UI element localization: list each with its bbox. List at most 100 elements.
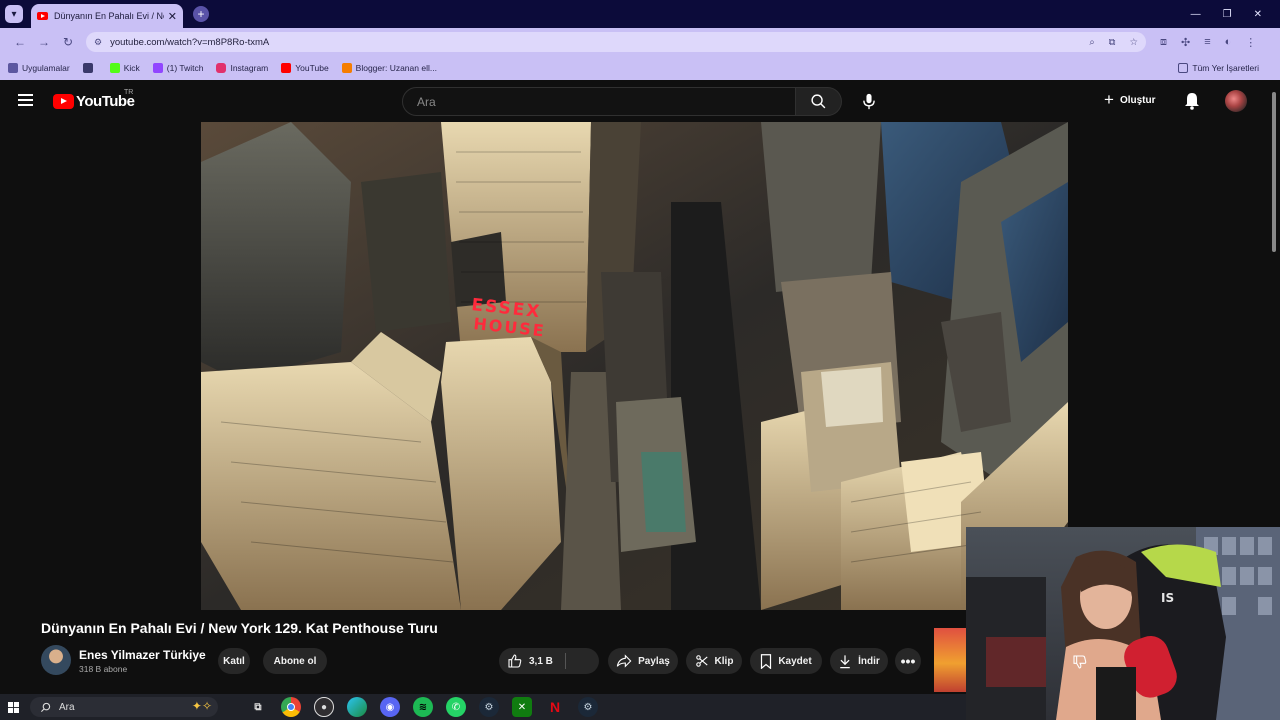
country-code: TR <box>124 89 134 96</box>
share-icon <box>616 654 632 668</box>
media-control-icon[interactable]: ≡ <box>1204 36 1210 49</box>
webcam-overlay: IS <box>966 527 1280 720</box>
bookmark-star-icon[interactable]: ☆ <box>1129 37 1138 48</box>
scrollbar-thumb[interactable] <box>1272 92 1276 252</box>
edge-icon[interactable] <box>347 697 367 717</box>
taskbar-search-icon <box>40 702 51 712</box>
bookmark-youtube[interactable]: YouTube <box>281 63 329 73</box>
voice-search-button[interactable] <box>854 87 883 116</box>
search-input[interactable] <box>402 87 796 116</box>
thumbs-up-icon <box>508 654 522 668</box>
share-label: Paylaş <box>638 655 670 667</box>
bookmark-blogger[interactable]: Blogger: Uzanan ell... <box>341 63 437 73</box>
discord-icon[interactable]: ◉ <box>380 697 400 717</box>
tab-search-icon[interactable]: ▾ <box>5 5 23 23</box>
channel-avatar[interactable] <box>41 645 71 675</box>
bookmark-kick[interactable]: Kick <box>109 63 140 73</box>
back-arrow-icon[interactable]: ← <box>8 35 32 49</box>
download-label: İndir <box>858 655 880 667</box>
whatsapp-icon[interactable]: ✆ <box>446 697 466 717</box>
translate-extension-icon[interactable]: ⧈ <box>1160 36 1167 49</box>
join-button[interactable]: Katıl <box>218 648 250 674</box>
profile-icon[interactable]: ◐ <box>1225 36 1232 49</box>
youtube-favicon-icon <box>37 12 48 20</box>
share-button[interactable]: Paylaş <box>608 648 678 674</box>
bookmarks-bar: Uygulamalar Kick (1) Twitch Instagram Yo… <box>0 56 1280 80</box>
browser-tab-active[interactable]: Dünyanın En Pahalı Evi / New Y ✕ <box>31 4 183 28</box>
all-bookmarks-label: Tüm Yer İşaretleri <box>1192 63 1259 73</box>
window-close-icon[interactable]: ✕ <box>1254 9 1262 20</box>
more-dots-icon: ••• <box>900 653 916 669</box>
youtube-header: YouTube TR + Oluştur <box>0 80 1280 122</box>
new-tab-button[interactable]: + <box>193 6 209 22</box>
netflix-icon[interactable]: N <box>545 697 565 717</box>
browser-tab-strip: ▾ Dünyanın En Pahalı Evi / New Y ✕ + — ❐… <box>0 0 1280 28</box>
bookmark-apps[interactable]: Uygulamalar <box>8 63 70 73</box>
taskbar-search[interactable]: Ara ✦✧ <box>30 697 218 717</box>
clip-button[interactable]: Klip <box>686 648 742 674</box>
save-label: Kaydet <box>778 655 812 667</box>
address-bar[interactable]: ⚙ youtube.com/watch?v=m8P8Ro-txmA ⌕ ⧉ ☆ <box>86 32 1146 52</box>
kick-icon <box>109 63 120 73</box>
zoom-icon[interactable]: ⌕ <box>1089 37 1094 48</box>
plus-icon: + <box>1104 90 1114 109</box>
extensions-puzzle-icon[interactable]: ✣ <box>1181 36 1190 49</box>
windows-start-button[interactable] <box>0 701 26 713</box>
taskbar-search-label: Ara <box>59 701 75 713</box>
create-button[interactable]: + Oluştur <box>1104 90 1156 110</box>
search-bar <box>402 87 842 116</box>
xbox-icon[interactable]: ✕ <box>512 697 532 717</box>
scissors-icon <box>695 655 708 667</box>
subscribe-label: Abone ol <box>273 655 317 667</box>
steam-icon[interactable]: ⚙ <box>479 697 499 717</box>
tab-close-icon[interactable]: ✕ <box>168 10 177 23</box>
minimize-icon[interactable]: — <box>1191 9 1201 20</box>
subscribe-button[interactable]: Abone ol <box>263 648 327 674</box>
bookmark-twitch[interactable]: (1) Twitch <box>152 63 203 73</box>
save-button[interactable]: Kaydet <box>750 648 822 674</box>
url-text: youtube.com/watch?v=m8P8Ro-txmA <box>110 36 270 48</box>
subscriber-count: 318 B abone <box>79 664 128 674</box>
forward-arrow-icon[interactable]: → <box>32 35 56 49</box>
chrome-icon[interactable] <box>281 697 301 717</box>
thumbs-down-icon <box>1073 655 1087 669</box>
channel-name[interactable]: Enes Yilmazer Türkiye <box>79 648 206 662</box>
like-button[interactable]: 3,1 B <box>507 653 553 669</box>
chrome-menu-icon[interactable]: ⋮ <box>1245 36 1256 49</box>
bookmark-grid[interactable] <box>82 63 97 73</box>
recommended-thumbnail[interactable] <box>934 628 966 692</box>
search-button[interactable] <box>796 87 842 116</box>
window-controls: — ❐ ✕ <box>1191 9 1280 20</box>
folder-icon <box>1178 63 1189 73</box>
video-player[interactable]: ESSEX HOUSE <box>201 122 1068 610</box>
bell-icon <box>1185 93 1199 110</box>
browser-toolbar: ← → ↻ ⚙ youtube.com/watch?v=m8P8Ro-txmA … <box>0 28 1280 56</box>
account-avatar[interactable] <box>1225 90 1247 112</box>
dislike-button[interactable] <box>1072 654 1094 673</box>
youtube-play-icon <box>53 94 74 109</box>
video-frame: ESSEX HOUSE <box>201 122 1068 610</box>
obs-icon[interactable]: ● <box>314 697 334 717</box>
youtube-logo[interactable]: YouTube TR <box>53 89 135 110</box>
instagram-icon <box>216 63 227 73</box>
bookmark-instagram[interactable]: Instagram <box>216 63 268 73</box>
restore-icon[interactable]: ❐ <box>1223 9 1232 20</box>
spotify-icon[interactable]: ≋ <box>413 697 433 717</box>
all-bookmarks[interactable]: Tüm Yer İşaretleri <box>1178 63 1259 73</box>
tab-title: Dünyanın En Pahalı Evi / New Y <box>54 11 164 21</box>
create-label: Oluştur <box>1119 94 1156 106</box>
chair-logo-text: IS <box>1161 591 1174 605</box>
menu-icon[interactable] <box>18 94 33 106</box>
download-icon <box>840 654 850 668</box>
site-info-icon[interactable]: ⚙ <box>94 37 102 48</box>
steam-secondary-icon[interactable]: ⚙ <box>578 697 598 717</box>
blogger-icon <box>341 63 352 73</box>
more-actions-button[interactable]: ••• <box>895 648 921 674</box>
streamer-webcam-image: IS <box>966 527 1280 720</box>
notifications-button[interactable] <box>1184 92 1200 115</box>
download-button[interactable]: İndir <box>830 648 888 674</box>
install-app-icon[interactable]: ⧉ <box>1109 37 1116 48</box>
join-label: Katıl <box>223 655 245 667</box>
task-view-icon[interactable]: ⧉ <box>248 697 268 717</box>
reload-icon[interactable]: ↻ <box>56 35 80 49</box>
